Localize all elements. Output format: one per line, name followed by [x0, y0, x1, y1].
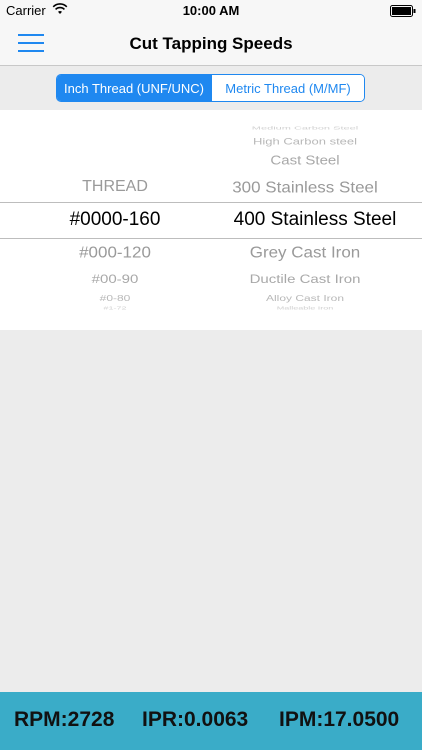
material-option[interactable]: High Carbon steel: [200, 136, 410, 147]
rpm-readout: RPM:2728: [14, 708, 115, 731]
segment-inch-thread[interactable]: Inch Thread (UNF/UNC): [57, 75, 211, 101]
material-option[interactable]: Ductile Cast Iron: [200, 273, 410, 287]
material-option[interactable]: 300 Stainless Steel: [200, 179, 410, 198]
status-bar: Carrier 10:00 AM: [0, 0, 422, 22]
material-option[interactable]: Medium Carbon Steel: [200, 125, 410, 130]
picker-selection-top-line: [0, 202, 422, 203]
thread-column-label: THREAD: [82, 178, 148, 195]
material-option[interactable]: Cast Steel: [200, 153, 410, 167]
ipr-readout: IPR:0.0063: [142, 708, 249, 731]
battery-icon: [390, 5, 416, 17]
material-option-selected[interactable]: 400 Stainless Steel: [210, 209, 420, 231]
clock-time: 10:00 AM: [182, 3, 240, 18]
thread-type-segmented-control: Inch Thread (UNF/UNC) Metric Thread (M/M…: [56, 74, 365, 102]
thread-option[interactable]: #000-120: [40, 244, 190, 262]
material-option[interactable]: Alloy Cast Iron: [200, 293, 410, 303]
thread-option-selected[interactable]: #0000-160: [40, 209, 190, 231]
segment-metric-thread[interactable]: Metric Thread (M/MF): [211, 75, 364, 101]
ipm-readout: IPM:17.0500: [279, 708, 400, 731]
thread-material-picker[interactable]: THREAD #0000-160 #000-120 #00-90 #0-80 #…: [0, 110, 422, 330]
navigation-bar: Cut Tapping Speeds: [0, 22, 422, 66]
results-bar: RPM:2728 IPR:0.0063 IPM:17.0500: [0, 692, 422, 750]
material-option[interactable]: Grey Cast Iron: [200, 244, 410, 262]
picker-selection-bottom-line: [0, 238, 422, 239]
thread-option[interactable]: #00-90: [40, 273, 190, 287]
thread-option[interactable]: #0-80: [40, 293, 190, 303]
thread-option[interactable]: #1-72: [40, 306, 190, 311]
thread-type-bar: Inch Thread (UNF/UNC) Metric Thread (M/M…: [0, 66, 422, 110]
material-option[interactable]: Malleable Iron: [200, 306, 410, 311]
page-title: Cut Tapping Speeds: [129, 34, 293, 53]
